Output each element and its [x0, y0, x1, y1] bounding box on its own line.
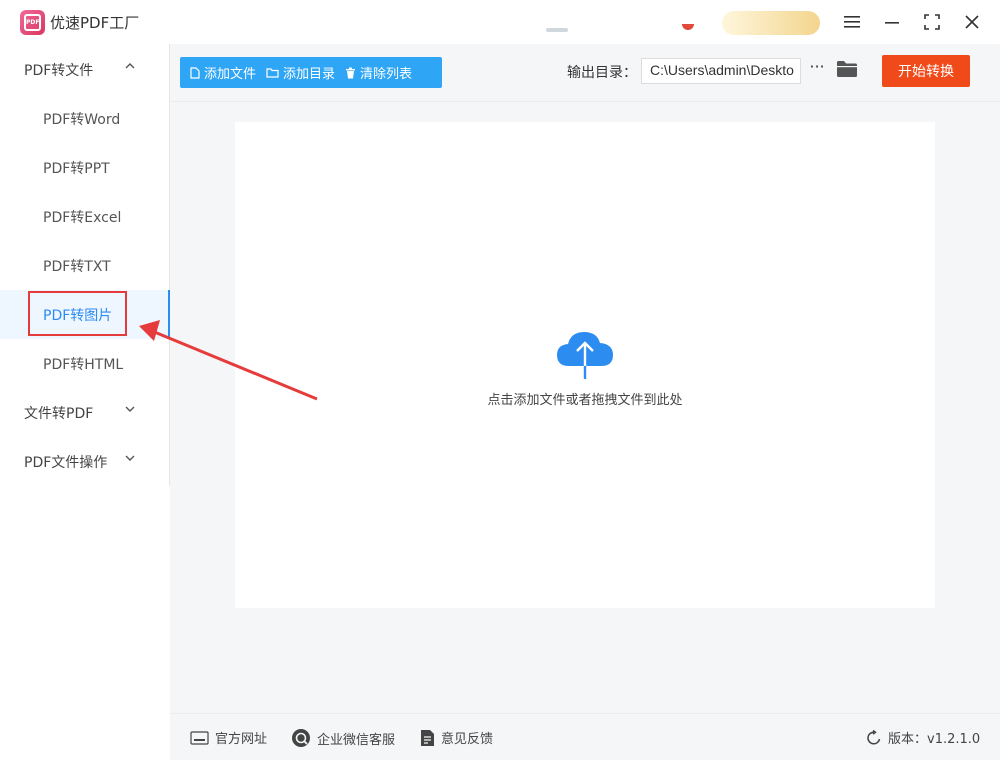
- promo-banner[interactable]: [722, 11, 820, 35]
- output-dir-label: 输出目录：: [567, 65, 637, 81]
- add-folder-label: 添加目录: [283, 67, 336, 82]
- sidebar-group-label: 文件转PDF: [24, 405, 94, 422]
- banner-decoration: [682, 24, 694, 30]
- app-logo: PDF: [20, 10, 45, 35]
- title-bar: PDF 优速PDF工厂: [0, 0, 1000, 44]
- file-action-group: 添加文件 添加目录 清除列表: [180, 57, 442, 88]
- open-folder-icon[interactable]: [836, 60, 858, 82]
- sidebar-item-pdf-to-txt[interactable]: PDF转TXT: [0, 241, 169, 290]
- chevron-down-icon: [125, 406, 135, 412]
- output-dir-field[interactable]: C:\Users\admin\Deskto: [641, 58, 801, 84]
- menu-icon[interactable]: [838, 8, 866, 36]
- sidebar-item-label: PDF转Word: [43, 111, 121, 128]
- sidebar-item-label: PDF转PPT: [43, 160, 110, 177]
- add-file-button[interactable]: 添加文件: [180, 57, 256, 88]
- main-panel: 添加文件 添加目录 清除列表 输出目录： C:\Users\admin\Desk…: [170, 44, 1000, 760]
- clear-list-button[interactable]: 清除列表: [335, 57, 412, 88]
- add-file-label: 添加文件: [204, 67, 257, 82]
- feedback-label: 意见反馈: [441, 732, 494, 747]
- start-convert-button[interactable]: 开始转换: [882, 55, 970, 87]
- sidebar-item-label: PDF转图片: [43, 307, 113, 324]
- sidebar-group-label: PDF转文件: [24, 62, 94, 79]
- version-label: 版本：v1.2.1.0: [888, 732, 981, 747]
- website-icon: [190, 730, 209, 745]
- sidebar-item-pdf-to-image[interactable]: PDF转图片: [0, 290, 170, 339]
- maximize-icon[interactable]: [918, 8, 946, 36]
- refresh-icon: [867, 729, 881, 745]
- add-folder-button[interactable]: 添加目录: [256, 57, 335, 88]
- sidebar-item-pdf-to-word[interactable]: PDF转Word: [0, 94, 169, 143]
- drop-hint-text: 点击添加文件或者拖拽文件到此处: [487, 393, 683, 408]
- sidebar-item-label: PDF转Excel: [43, 209, 122, 226]
- trash-icon: [346, 67, 356, 78]
- sidebar-item-pdf-to-excel[interactable]: PDF转Excel: [0, 192, 169, 241]
- sidebar-item-pdf-to-ppt[interactable]: PDF转PPT: [0, 143, 169, 192]
- sidebar: PDF转文件 PDF转Word PDF转PPT PDF转Excel PDF转TX…: [0, 44, 170, 486]
- folder-icon: [266, 68, 279, 78]
- sidebar-item-label: PDF转HTML: [43, 356, 124, 373]
- wechat-service-label: 企业微信客服: [317, 732, 396, 748]
- banner-decoration: [546, 28, 568, 32]
- wechat-service-icon: [292, 729, 310, 747]
- version-info: 版本：v1.2.1.0: [866, 728, 980, 747]
- sidebar-group-pdf-to-file[interactable]: PDF转文件: [0, 45, 169, 94]
- sidebar-group-pdf-operations[interactable]: PDF文件操作: [0, 437, 169, 486]
- chevron-down-icon: [125, 455, 135, 461]
- chevron-up-icon: [125, 63, 135, 69]
- sidebar-group-label: PDF文件操作: [24, 454, 108, 471]
- browse-more-button[interactable]: ···: [808, 59, 826, 82]
- feedback-icon: [421, 729, 434, 746]
- sidebar-item-label: PDF转TXT: [43, 258, 111, 275]
- official-website-label: 官方网址: [215, 732, 268, 747]
- sidebar-group-file-to-pdf[interactable]: 文件转PDF: [0, 388, 169, 437]
- app-logo-text: PDF: [24, 14, 41, 31]
- sidebar-item-pdf-to-html[interactable]: PDF转HTML: [0, 339, 169, 388]
- file-drop-zone[interactable]: 点击添加文件或者拖拽文件到此处: [235, 122, 935, 608]
- footer: 官方网址 企业微信客服 意见反馈 版本：v1.2.1.0: [170, 713, 1000, 760]
- official-website-link[interactable]: 官方网址: [190, 728, 267, 747]
- close-icon[interactable]: [958, 8, 986, 36]
- file-icon: [190, 66, 200, 79]
- app-title: 优速PDF工厂: [50, 14, 140, 32]
- cloud-upload-icon: [557, 332, 613, 379]
- clear-list-label: 清除列表: [360, 67, 413, 82]
- wechat-service-link[interactable]: 企业微信客服: [291, 728, 395, 748]
- toolbar: 添加文件 添加目录 清除列表 输出目录： C:\Users\admin\Desk…: [170, 44, 1000, 102]
- feedback-link[interactable]: 意见反馈: [420, 728, 493, 747]
- minimize-icon[interactable]: [878, 8, 906, 36]
